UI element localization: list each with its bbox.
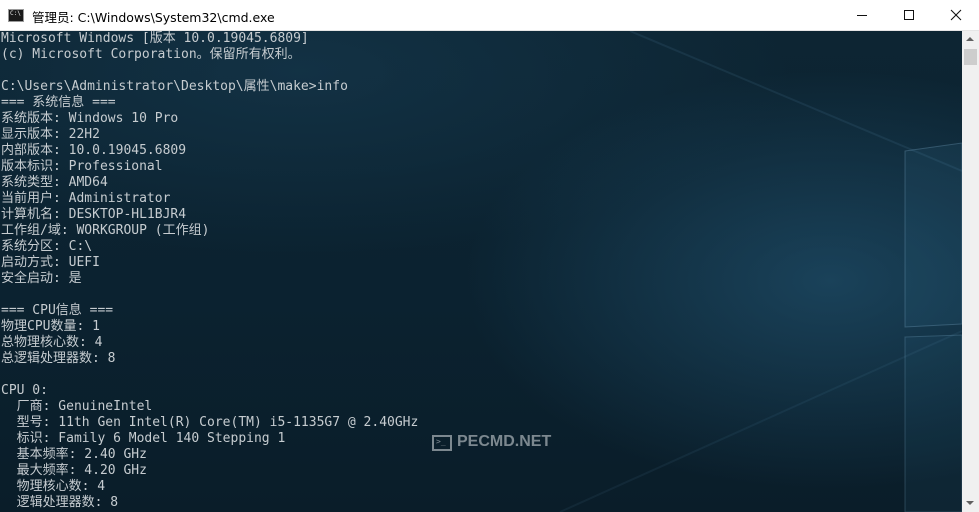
chevron-up-icon: [966, 37, 974, 41]
console-line: 逻辑处理器数: 8: [1, 495, 119, 510]
console-output: Microsoft Windows [版本 10.0.19045.6809] (c…: [1, 31, 418, 511]
console-line: C:\Users\Administrator\Desktop\属性\make>i…: [1, 79, 348, 94]
console-line: 最大频率: 4.20 GHz: [1, 463, 147, 478]
chevron-down-icon: [966, 501, 974, 505]
maximize-button[interactable]: [886, 0, 932, 30]
console-line: 型号: 11th Gen Intel(R) Core(TM) i5-1135G7…: [1, 415, 419, 430]
console-line: (c) Microsoft Corporation。保留所有权利。: [1, 47, 301, 62]
title-bar[interactable]: C:\ 管理员: C:\Windows\System32\cmd.exe: [0, 0, 979, 31]
console-line: Microsoft Windows [版本 10.0.19045.6809]: [1, 31, 309, 46]
console-line: 基本频率: 2.40 GHz: [1, 447, 147, 462]
console-line: 内部版本: 10.0.19045.6809: [1, 143, 187, 158]
window-title: 管理员: C:\Windows\System32\cmd.exe: [32, 10, 275, 25]
cmd-window: C:\ 管理员: C:\Windows\System32\cmd.exe Mic…: [0, 0, 979, 512]
console-line: === 系统信息 ===: [1, 95, 116, 110]
console-line: 标识: Family 6 Model 140 Stepping 1: [1, 431, 286, 446]
console-line: 物理CPU数量: 1: [1, 319, 100, 334]
console-line: 版本标识: Professional: [1, 159, 163, 174]
minimize-icon: [857, 15, 867, 16]
console-line: 系统类型: AMD64: [1, 175, 108, 190]
watermark-text: PECMD.NET: [457, 433, 552, 450]
console-line: 物理核心数: 4: [1, 479, 106, 494]
cmd-app-icon[interactable]: C:\: [8, 9, 24, 22]
console-line: 显示版本: 22H2: [1, 127, 100, 142]
console-line: === CPU信息 ===: [1, 303, 114, 318]
scroll-up-button[interactable]: [962, 31, 979, 48]
vertical-scrollbar[interactable]: [962, 31, 979, 512]
close-button[interactable]: [933, 0, 979, 30]
maximize-icon: [904, 10, 914, 20]
close-icon: [950, 9, 962, 21]
console-line: 总逻辑处理器数: 8: [1, 351, 116, 366]
console-line: 厂商: GenuineIntel: [1, 399, 153, 414]
console-line: 计算机名: DESKTOP-HL1BJR4: [1, 207, 187, 222]
terminal-icon: >_: [432, 435, 452, 451]
minimize-button[interactable]: [839, 0, 885, 30]
console-line: 系统版本: Windows 10 Pro: [1, 111, 179, 126]
scroll-down-button[interactable]: [962, 495, 979, 512]
scroll-thumb[interactable]: [964, 49, 977, 65]
console-line: 系统分区: C:\: [1, 239, 93, 254]
console-line: 安全启动: 是: [1, 271, 82, 286]
console-line: 总物理核心数: 4: [1, 335, 103, 350]
console-line: 当前用户: Administrator: [1, 191, 171, 206]
console-line: 工作组/域: WORKGROUP (工作组): [1, 223, 210, 238]
console-line: 启动方式: UEFI: [1, 255, 100, 270]
console-line: CPU 0:: [1, 383, 48, 398]
console-area[interactable]: Microsoft Windows [版本 10.0.19045.6809] (c…: [0, 31, 962, 512]
